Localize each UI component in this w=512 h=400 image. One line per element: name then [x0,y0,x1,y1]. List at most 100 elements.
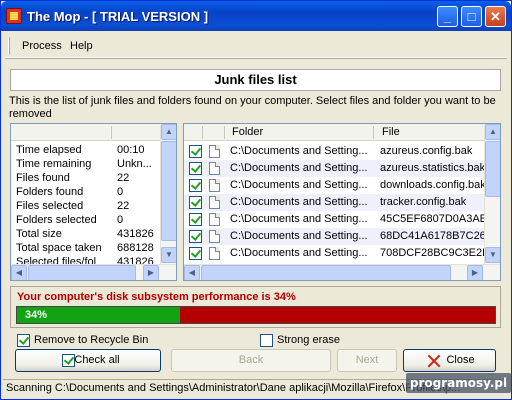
scroll-thumb[interactable] [28,265,136,280]
file-row[interactable]: C:\Documents and Setting... 68DC41A6178B… [184,228,486,245]
stat-value: Unkn... [117,158,152,170]
scroll-thumb[interactable] [485,141,500,197]
performance-panel: Your computer's disk subsystem performan… [10,286,501,328]
stat-value: 22 [117,200,130,212]
row-file: downloads.config.bak [380,179,486,191]
file-row[interactable]: C:\Documents and Setting... 708DCF28BC9C… [184,245,486,262]
next-button[interactable]: Next [337,349,397,372]
scroll-thumb[interactable] [201,265,451,280]
stat-key: Time elapsed [16,144,82,156]
section-title: Junk files list [10,69,501,91]
row-folder: C:\Documents and Setting... [230,196,368,208]
stat-value: 22 [117,172,130,184]
stat-key: Files selected [16,200,84,212]
stats-list[interactable]: Time elapsed 00:10 Time remaining Unkn... … [10,123,177,281]
scroll-thumb[interactable] [161,141,176,241]
stat-key: Folders found [16,186,84,198]
file-icon [209,213,220,226]
menu-bar: Process Help [5,34,507,58]
section-description: This is the list of junk files and folde… [9,95,496,120]
stat-value: 00:10 [117,144,145,156]
scroll-down-arrow-icon[interactable]: ▼ [485,247,500,263]
file-icon [209,196,220,209]
stat-key: Total size [16,228,62,240]
app-icon [6,8,22,24]
scroll-down-arrow-icon[interactable]: ▼ [161,247,176,263]
row-folder: C:\Documents and Setting... [230,230,368,242]
row-folder: C:\Documents and Setting... [230,162,368,174]
menu-process[interactable]: Process [22,40,62,52]
stats-header [11,124,162,141]
recycle-bin-checkbox[interactable] [17,334,30,347]
files-horizontal-scrollbar[interactable]: ◀ ▶ [184,264,500,280]
main-window: The Mop - [ TRIAL VERSION ] _ □ ✕ Proces… [0,0,512,400]
row-file: tracker.config.bak [380,196,467,208]
stat-value: 431826 [117,228,154,240]
row-checkbox[interactable] [189,145,202,158]
menu-help[interactable]: Help [70,40,93,52]
row-checkbox[interactable] [189,162,202,175]
row-file: 708DCF28BC9C3E2EB [380,247,486,259]
row-checkbox[interactable] [189,247,202,260]
close-label: Close [446,354,475,366]
row-file: azureus.statistics.bak [380,162,486,174]
file-row[interactable]: C:\Documents and Setting... azureus.stat… [184,160,486,177]
maximize-button[interactable]: □ [461,6,482,27]
file-icon [209,145,220,158]
junk-files-list[interactable]: Folder File C:\Documents and Setting... … [183,123,501,281]
window-title: The Mop - [ TRIAL VERSION ] [27,9,209,24]
row-folder: C:\Documents and Setting... [230,179,368,191]
stats-horizontal-scrollbar[interactable]: ◀ ▶ [11,264,176,280]
strong-erase-label[interactable]: Strong erase [277,334,340,346]
performance-label: Your computer's disk subsystem performan… [17,291,296,303]
back-button[interactable]: Back [171,349,331,372]
scroll-left-arrow-icon[interactable]: ◀ [184,265,200,280]
file-row[interactable]: C:\Documents and Setting... tracker.conf… [184,194,486,211]
check-all-label: Check all [74,354,120,366]
files-header: Folder File [184,124,486,141]
scroll-left-arrow-icon[interactable]: ◀ [11,265,27,280]
scroll-up-arrow-icon[interactable]: ▲ [485,124,500,140]
file-icon [209,247,220,260]
scroll-up-arrow-icon[interactable]: ▲ [161,124,176,140]
strong-erase-checkbox[interactable] [260,334,273,347]
file-row[interactable]: C:\Documents and Setting... downloads.co… [184,177,486,194]
file-icon [209,162,220,175]
row-folder: C:\Documents and Setting... [230,213,368,225]
stat-key: Time remaining [16,158,92,170]
stat-key: Total space taken [16,242,102,254]
recycle-bin-label[interactable]: Remove to Recycle Bin [34,334,148,346]
stat-value: 0 [117,214,124,226]
close-x-icon [427,354,441,368]
close-window-button[interactable]: ✕ [485,6,506,27]
scroll-right-arrow-icon[interactable]: ▶ [467,265,483,280]
file-row[interactable]: C:\Documents and Setting... azureus.conf… [184,143,486,160]
row-folder: C:\Documents and Setting... [230,247,368,259]
stats-vertical-scrollbar[interactable]: ▲ ▼ [160,124,176,264]
row-file: 45C5EF6807D0A3AEF [380,213,486,225]
stat-value: 0 [117,186,124,198]
performance-percent: 34% [25,309,48,321]
stat-value: 688128 [117,242,154,254]
check-all-button[interactable]: Check all [15,349,161,372]
title-bar[interactable]: The Mop - [ TRIAL VERSION ] _ □ ✕ [1,1,511,31]
row-file: 68DC41A6178B7C263 [380,230,486,242]
minimize-button[interactable]: _ [437,6,458,27]
menu-grip [8,37,10,55]
column-folder[interactable]: Folder [232,126,263,138]
row-folder: C:\Documents and Setting... [230,145,368,157]
scroll-right-arrow-icon[interactable]: ▶ [143,265,159,280]
file-icon [209,230,220,243]
column-file[interactable]: File [382,126,400,138]
file-row[interactable]: C:\Documents and Setting... 45C5EF6807D0… [184,211,486,228]
close-button[interactable]: Close [403,349,496,372]
files-vertical-scrollbar[interactable]: ▲ ▼ [484,124,500,264]
stat-key: Folders selected [16,214,97,226]
row-checkbox[interactable] [189,179,202,192]
check-all-icon [62,354,75,367]
row-checkbox[interactable] [189,196,202,209]
row-file: azureus.config.bak [380,145,473,157]
watermark-logo: programosy.pl [406,373,511,393]
row-checkbox[interactable] [189,213,202,226]
row-checkbox[interactable] [189,230,202,243]
